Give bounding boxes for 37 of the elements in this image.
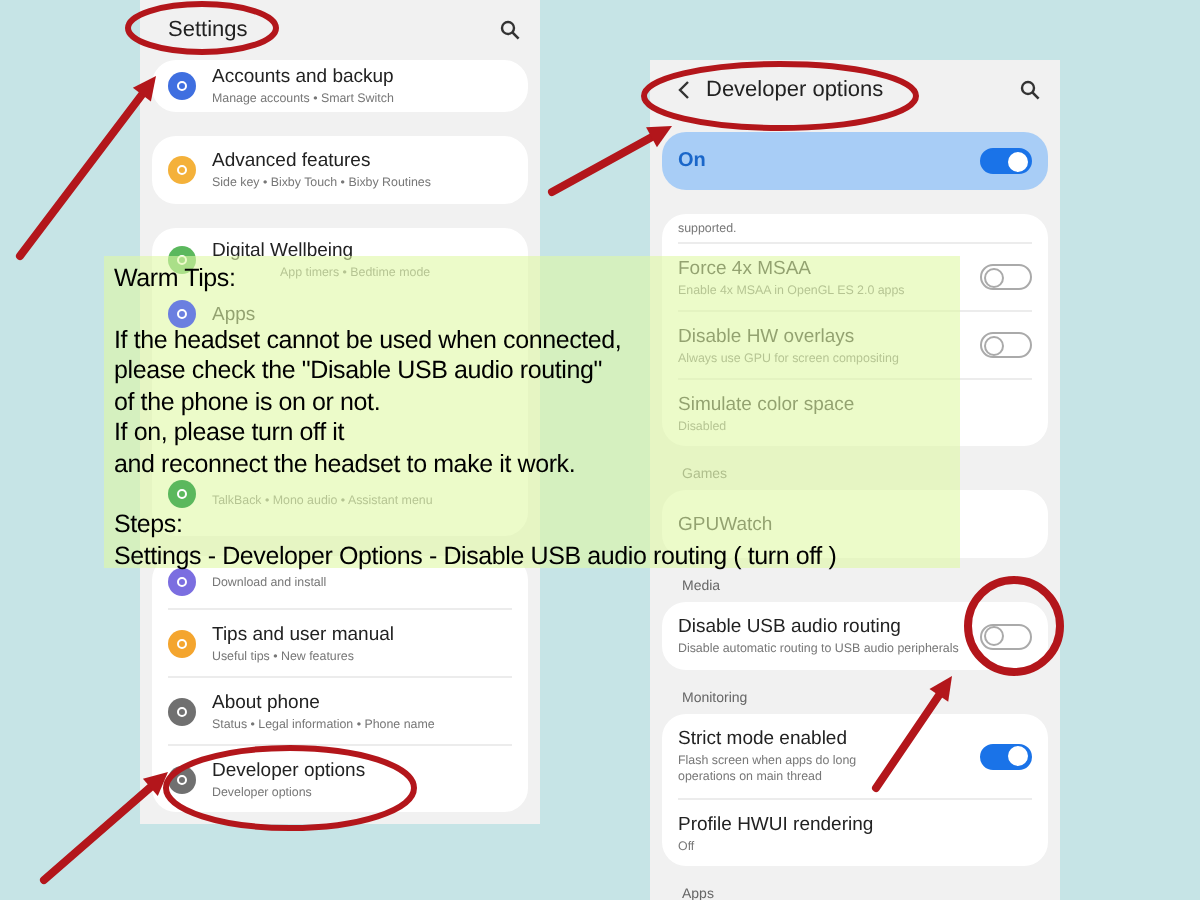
item-title: About phone xyxy=(212,691,322,713)
search-icon[interactable] xyxy=(500,20,520,40)
tip-text: and reconnect the headset to make it work. xyxy=(114,449,576,480)
option-title: Profile HWUI rendering xyxy=(678,813,876,835)
toggle-switch[interactable] xyxy=(980,623,1032,649)
option-title: Disable HW overlays xyxy=(678,325,857,347)
back-icon[interactable] xyxy=(678,80,690,100)
switch-label: On xyxy=(678,150,706,172)
arrow-annotation xyxy=(548,126,672,196)
circle-annotation xyxy=(964,576,1064,676)
toggle-switch[interactable] xyxy=(980,148,1032,174)
steps-text: Settings - Developer Options - Disable USB audio routing ( turn off ) xyxy=(114,541,837,572)
item-title: Developer options xyxy=(212,759,368,781)
toggle-switch[interactable] xyxy=(980,264,1032,290)
option-title: Strict mode enabled xyxy=(678,727,849,749)
tip-text: please check the "Disable USB audio routing" xyxy=(114,356,602,387)
item-title: Apps xyxy=(212,303,258,325)
steps-title: Steps: xyxy=(114,510,183,541)
option-title: Disable USB audio routing xyxy=(678,616,903,638)
tip-text: If the headset cannot be used when connected, xyxy=(114,325,622,356)
option-title: Simulate color space xyxy=(678,393,857,415)
tip-text: If on, please turn off it xyxy=(114,418,344,449)
item-title: Accounts and backup xyxy=(212,66,396,88)
option-title: GPUWatch xyxy=(678,513,775,535)
toggle-switch[interactable] xyxy=(980,743,1032,769)
screen-title: Developer options xyxy=(706,78,884,102)
tips-title: Warm Tips: xyxy=(114,264,236,295)
item-title: Tips and user manual xyxy=(212,623,397,645)
arrow-annotation xyxy=(872,676,952,792)
item-title: Digital Wellbeing xyxy=(212,240,356,262)
screen-title: Settings xyxy=(168,18,248,42)
toggle-switch[interactable] xyxy=(980,332,1032,358)
arrow-annotation xyxy=(40,772,168,884)
option-title: Force 4x MSAA xyxy=(678,257,814,279)
search-icon[interactable] xyxy=(1020,80,1040,100)
item-title: Advanced features xyxy=(212,150,373,172)
tip-text: of the phone is on or not. xyxy=(114,387,381,418)
